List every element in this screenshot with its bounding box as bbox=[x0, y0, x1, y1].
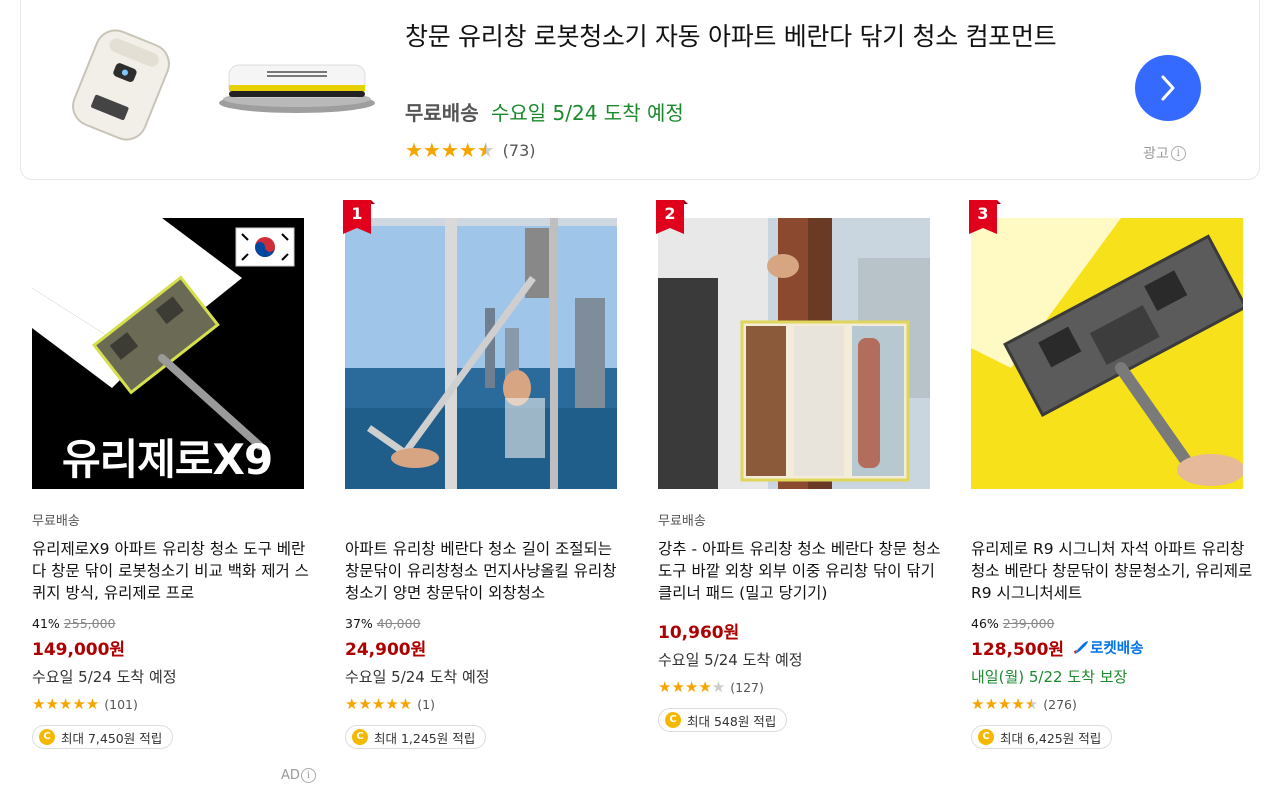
product-name[interactable]: 아파트 유리창 베란다 청소 길이 조절되는 창문닦이 유리창청소 먼지사냥올킬… bbox=[345, 538, 630, 604]
star-rating-icon: ★★★★★ bbox=[971, 695, 1039, 713]
sponsored-banner[interactable]: 창문 유리창 로봇청소기 자동 아파트 베란다 닦기 청소 컴포먼트 무료배송 … bbox=[20, 0, 1260, 180]
product-image[interactable] bbox=[971, 218, 1243, 489]
delivery-date: 수요일 5/24 도착 예정 bbox=[345, 668, 490, 686]
product-name[interactable]: 강추 - 아파트 유리창 청소 베란다 창문 청소 도구 바깥 외창 외부 이중… bbox=[658, 538, 943, 604]
product-info: 무료배송 강추 - 아파트 유리창 청소 베란다 창문 청소 도구 바깥 외창 … bbox=[658, 510, 943, 732]
discount-info: 46% 239,000 bbox=[971, 616, 1256, 633]
star-rating-icon: ★★★★★ bbox=[345, 695, 413, 713]
reward-points-badge: C 최대 548원 적립 bbox=[658, 708, 788, 732]
base-price: 239,000 bbox=[1002, 616, 1055, 631]
review-count: (276) bbox=[1043, 696, 1077, 712]
discount-rate: 46% bbox=[971, 616, 999, 631]
product-rating: ★★★★★ (276) bbox=[971, 695, 1256, 713]
base-price: 40,000 bbox=[376, 616, 421, 631]
arrival-date: 수요일 5/24 도착 예정 bbox=[490, 101, 684, 125]
banner-shipping-info: 무료배송 수요일 5/24 도착 예정 bbox=[405, 97, 684, 126]
coin-icon: C bbox=[39, 729, 55, 745]
product-image[interactable] bbox=[345, 218, 617, 489]
base-price: 255,000 bbox=[63, 616, 116, 631]
ad-label-text: 광고 bbox=[1143, 146, 1169, 162]
review-count: (73) bbox=[502, 140, 536, 160]
reward-points-text: 최대 7,450원 적립 bbox=[61, 730, 163, 746]
chevron-right-icon bbox=[1161, 75, 1175, 101]
delivery-date: 수요일 5/24 도착 예정 bbox=[658, 651, 803, 669]
discount-rate: 41% bbox=[32, 616, 60, 631]
rank-badge bbox=[343, 200, 375, 234]
sale-price: 128,500원 로켓배송 bbox=[971, 635, 1256, 660]
product-image[interactable]: 유리제로X9 bbox=[32, 218, 304, 489]
product-rating: ★★★★★ (101) bbox=[32, 695, 317, 713]
star-rating-icon: ★★★★★ bbox=[658, 678, 726, 696]
price-value: 10,960원 bbox=[658, 623, 740, 643]
discount-rate: 37% bbox=[345, 616, 373, 631]
product-rating: ★★★★★ (127) bbox=[658, 678, 943, 696]
product-image-caption: 유리제로X9 bbox=[62, 435, 273, 484]
product-info: 아파트 유리창 베란다 청소 길이 조절되는 창문닦이 유리창청소 먼지사냥올킬… bbox=[345, 510, 630, 749]
rocket-delivery-text: 로켓배송 bbox=[1090, 641, 1144, 657]
reward-points-text: 최대 548원 적립 bbox=[687, 713, 777, 729]
banner-product-image-robot[interactable] bbox=[61, 29, 181, 141]
product-name[interactable]: 유리제로X9 아파트 유리창 청소 도구 베란다 창문 닦이 로봇청소기 비교 … bbox=[32, 538, 317, 604]
product-rating: ★★★★★ (1) bbox=[345, 695, 630, 713]
review-count: (1) bbox=[417, 696, 435, 712]
free-shipping-label: 무료배송 bbox=[658, 514, 706, 529]
reward-points-badge: C 최대 6,425원 적립 bbox=[971, 725, 1113, 749]
rank-badge bbox=[656, 200, 688, 234]
price-value: 24,900원 bbox=[345, 640, 427, 660]
sale-price: 149,000원 bbox=[32, 635, 317, 660]
delivery-date: 수요일 5/24 도착 예정 bbox=[32, 668, 177, 686]
price-value: 128,500원 bbox=[971, 640, 1065, 660]
delivery-date: 내일(월) 5/22 도착 보장 bbox=[971, 668, 1128, 686]
sale-price: 10,960원 bbox=[658, 618, 943, 643]
coin-icon: C bbox=[352, 729, 368, 745]
rocket-icon bbox=[1074, 640, 1089, 654]
review-count: (101) bbox=[104, 696, 138, 712]
free-shipping-label bbox=[971, 510, 1256, 532]
info-icon[interactable]: i bbox=[1170, 145, 1186, 161]
review-count: (127) bbox=[730, 679, 764, 695]
star-rating-icon: ★★★★★ bbox=[405, 138, 495, 162]
rocket-delivery-badge: 로켓배송 bbox=[1072, 637, 1143, 658]
reward-points-text: 최대 6,425원 적립 bbox=[1000, 730, 1102, 746]
reward-points-badge: C 최대 7,450원 적립 bbox=[32, 725, 174, 749]
reward-points-text: 최대 1,245원 적립 bbox=[374, 730, 476, 746]
star-rating-icon: ★★★★★ bbox=[32, 695, 100, 713]
ad-indicator[interactable]: AD i bbox=[281, 768, 316, 783]
ad-label[interactable]: 광고 i bbox=[1143, 143, 1186, 163]
coin-icon: C bbox=[978, 729, 994, 745]
next-button[interactable] bbox=[1135, 55, 1201, 121]
reward-points-badge: C 최대 1,245원 적립 bbox=[345, 725, 487, 749]
discount-info: 37% 40,000 bbox=[345, 616, 630, 633]
sale-price: 24,900원 bbox=[345, 635, 630, 660]
discount-info: 41% 255,000 bbox=[32, 616, 317, 633]
product-info: 유리제로 R9 시그니처 자석 아파트 유리창 청소 베란다 창문닦이 창문청소… bbox=[971, 510, 1256, 749]
price-value: 149,000원 bbox=[32, 640, 126, 660]
free-shipping-label: 무료배송 bbox=[405, 101, 479, 125]
banner-product-title[interactable]: 창문 유리창 로봇청소기 자동 아파트 베란다 닦기 청소 컴포먼트 bbox=[405, 19, 1095, 54]
banner-product-image-flat-robot[interactable] bbox=[217, 51, 377, 115]
free-shipping-label: 무료배송 bbox=[32, 514, 80, 529]
info-icon[interactable]: i bbox=[300, 768, 316, 783]
free-shipping-label bbox=[345, 510, 630, 532]
coin-icon: C bbox=[665, 712, 681, 728]
banner-rating: ★★★★★ (73) bbox=[405, 138, 536, 162]
rank-badge bbox=[969, 200, 1001, 234]
product-info: 무료배송 유리제로X9 아파트 유리창 청소 도구 베란다 창문 닦이 로봇청소… bbox=[32, 510, 317, 749]
product-image[interactable] bbox=[658, 218, 930, 489]
product-name[interactable]: 유리제로 R9 시그니처 자석 아파트 유리창 청소 베란다 창문닦이 창문청소… bbox=[971, 538, 1256, 604]
ad-indicator-text: AD bbox=[281, 768, 300, 783]
